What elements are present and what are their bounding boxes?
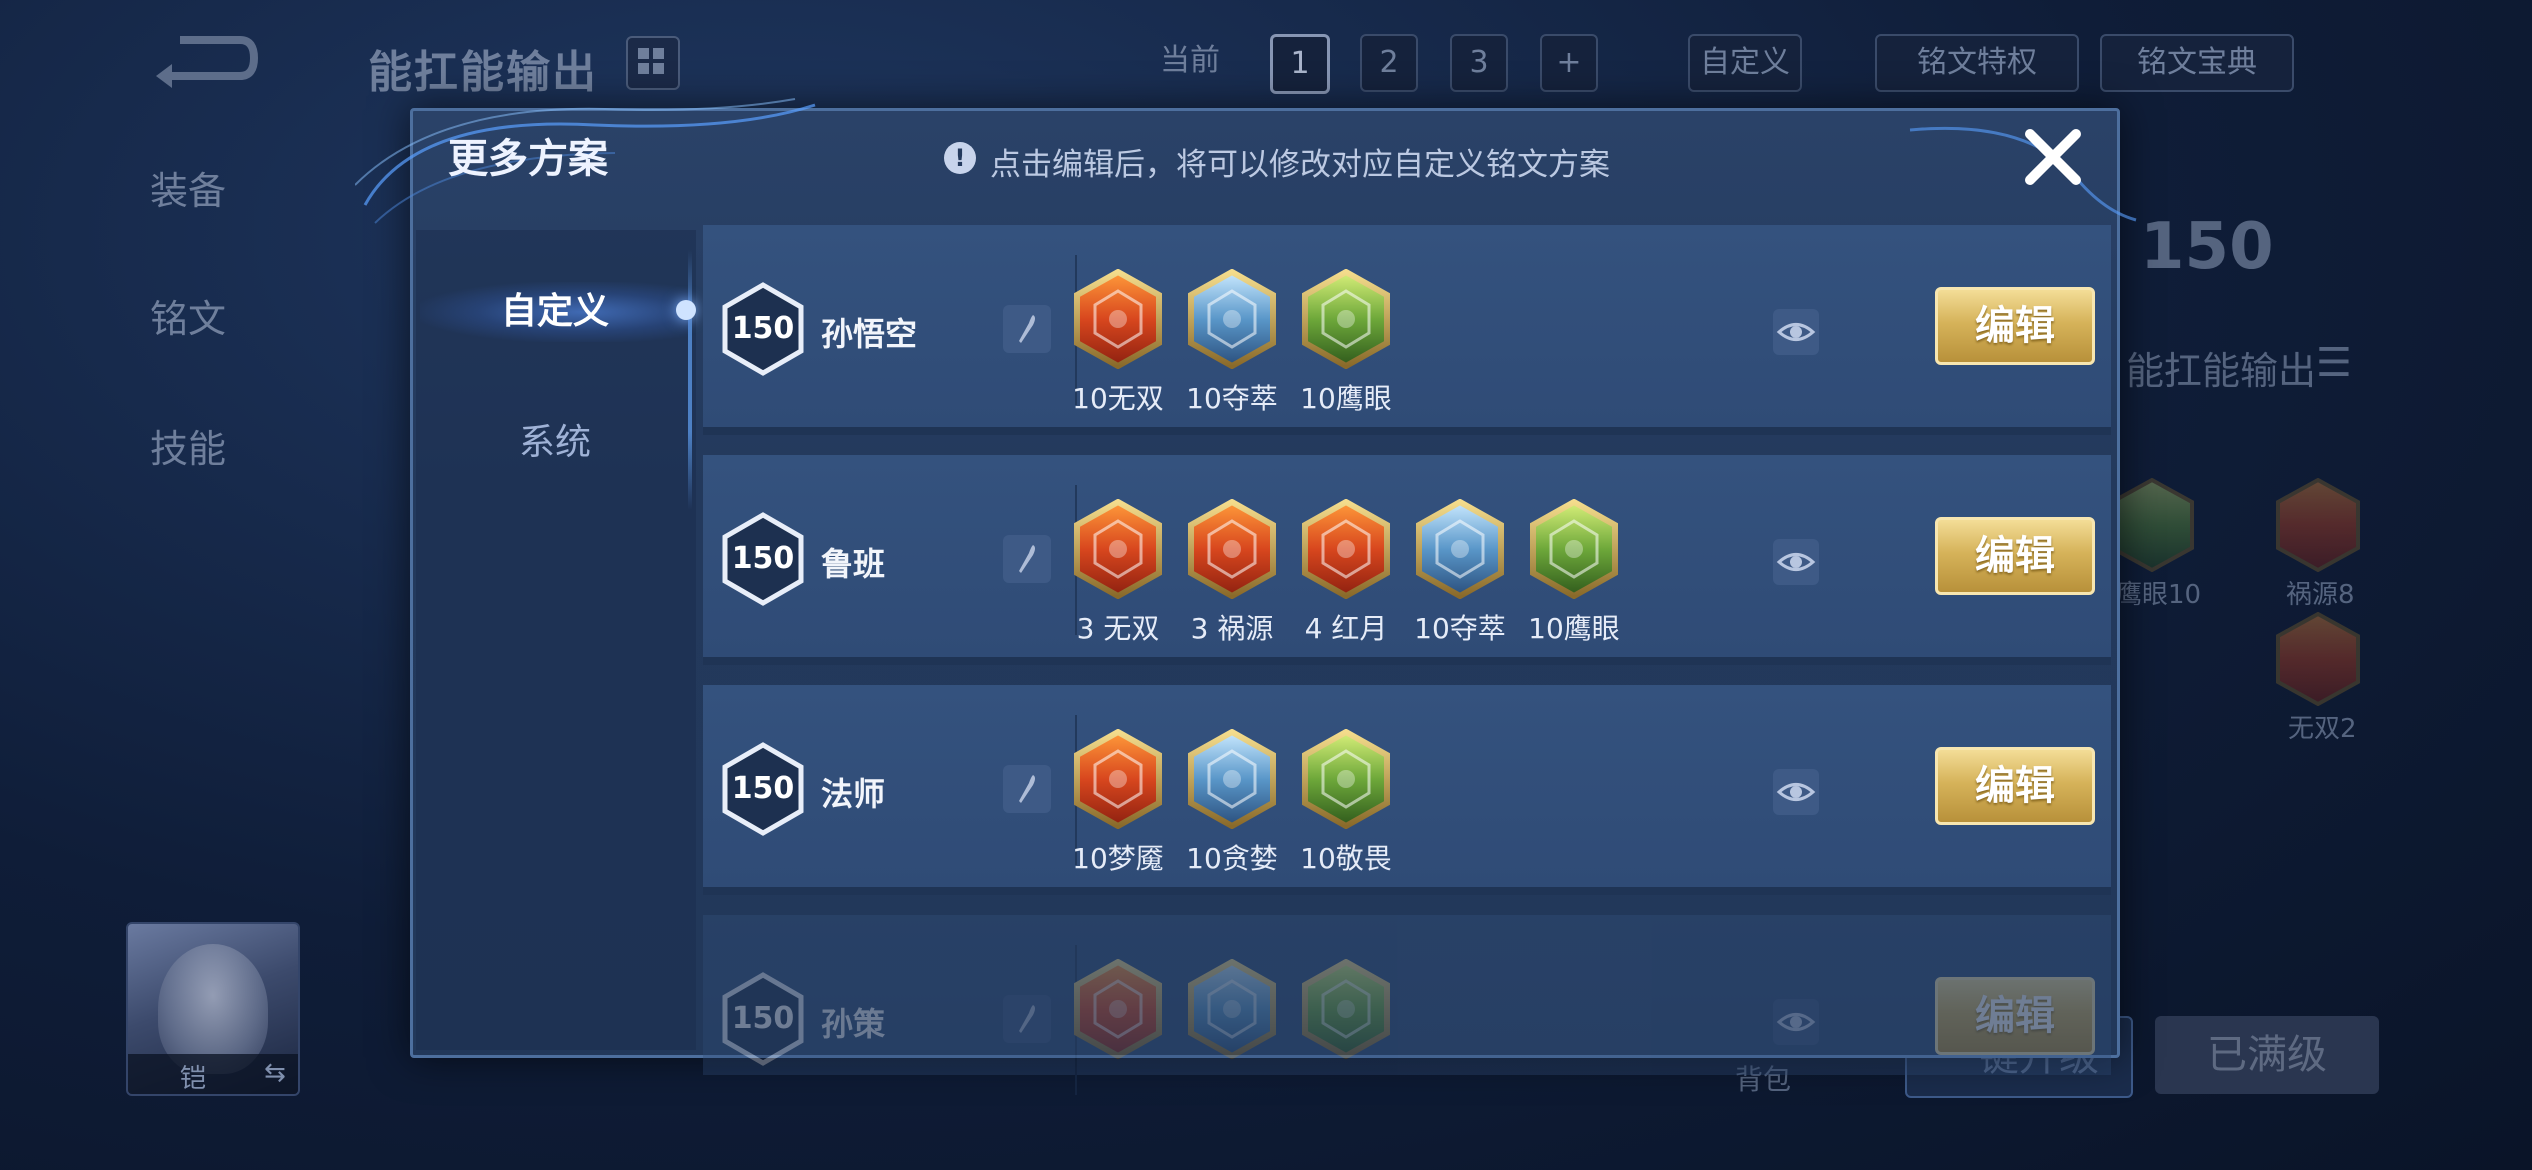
tab-add-plan[interactable]: +	[1540, 34, 1598, 92]
plan-name: 孙策	[821, 1005, 886, 1043]
rune-red-icon[interactable]	[1073, 959, 1163, 1059]
edit-button[interactable]: 编辑	[1935, 517, 2095, 595]
tab-current[interactable]: 当前	[1140, 34, 1240, 88]
rune-bg-label: 无双2	[2288, 714, 2357, 744]
codex-label: 铭文宝典	[2137, 45, 2257, 80]
eye-icon[interactable]	[1773, 769, 1819, 815]
rune-red-icon[interactable]	[1301, 499, 1391, 599]
close-icon[interactable]	[2020, 124, 2086, 190]
rune-bg-red	[2276, 478, 2360, 572]
plan-row: 150 法师 10梦魇 10贪婪 10敬畏 编辑	[703, 685, 2111, 895]
privilege-label: 铭文特权	[1917, 45, 2037, 80]
rename-pencil-icon[interactable]	[1003, 765, 1051, 813]
hero-plan-title: 能扛能输出	[368, 47, 598, 98]
plan-name: 法师	[821, 775, 886, 813]
privilege-button[interactable]: 铭文特权	[1875, 34, 2079, 92]
side-tab-column	[416, 230, 696, 1050]
rune-red-icon[interactable]	[1073, 269, 1163, 369]
rune-blue-icon[interactable]	[1187, 729, 1277, 829]
tab-custom[interactable]: 自定义	[1688, 34, 1802, 92]
edit-button[interactable]: 编辑	[1935, 977, 2095, 1055]
tab-custom-plans[interactable]: 自定义	[420, 282, 690, 342]
rune-green-icon[interactable]	[1301, 269, 1391, 369]
hero-name: 铠	[180, 1064, 207, 1094]
maxed-button: 已满级	[2155, 1016, 2379, 1094]
rune-label: 10鹰眼	[1528, 612, 1620, 645]
grid-icon[interactable]	[626, 36, 680, 90]
rename-pencil-icon[interactable]	[1003, 995, 1051, 1043]
info-icon: !	[944, 142, 976, 174]
rename-pencil-icon[interactable]	[1003, 535, 1051, 583]
rune-label: 10夺萃	[1186, 382, 1278, 415]
plan-name: 鲁班	[821, 545, 886, 583]
rune-blue-icon[interactable]	[1415, 499, 1505, 599]
edit-button[interactable]: 编辑	[1935, 747, 2095, 825]
rune-label: 10贪婪	[1186, 842, 1278, 875]
plan-row: 150 鲁班 3 无双 3 祸源 4 红月 10夺萃 10鹰眼 编辑	[703, 455, 2111, 665]
level-value: 150	[731, 771, 795, 806]
rune-label: 10梦魇	[1072, 842, 1164, 875]
notice-text: 点击编辑后，将可以修改对应自定义铭文方案	[990, 147, 1610, 183]
level-value: 150	[731, 311, 795, 346]
menu-icon[interactable]: ☰	[2316, 340, 2386, 400]
rune-blue-icon[interactable]	[1187, 959, 1277, 1059]
rune-label: 3 无双	[1076, 612, 1160, 645]
right-plan-name: 能扛能输出	[2126, 349, 2317, 393]
rune-label: 3 祸源	[1190, 612, 1274, 645]
codex-button[interactable]: 铭文宝典	[2100, 34, 2294, 92]
plan-name: 孙悟空	[821, 315, 918, 353]
rune-red-icon[interactable]	[1073, 499, 1163, 599]
back-arrow-icon[interactable]	[150, 28, 260, 88]
tab-plan-3[interactable]: 3	[1450, 34, 1508, 92]
plan-row: 150 孙策 编辑	[703, 915, 2111, 1095]
dialog-title: 更多方案	[448, 136, 608, 182]
rune-blue-icon[interactable]	[1187, 269, 1277, 369]
nav-runes[interactable]: 铭文	[150, 288, 226, 343]
nav-skills[interactable]: 技能	[150, 418, 226, 473]
hero-avatar[interactable]: 铠 ⇆	[126, 922, 300, 1096]
level-value: 150	[731, 541, 795, 576]
level-value: 150	[731, 1001, 795, 1036]
level-badge: 150	[721, 511, 805, 607]
level-badge: 150	[721, 741, 805, 837]
tab-plan-2[interactable]: 2	[1360, 34, 1418, 92]
rune-bg-label: 鹰眼10	[2116, 580, 2202, 610]
rune-red-icon[interactable]	[1187, 499, 1277, 599]
rune-label: 10鹰眼	[1300, 382, 1392, 415]
active-tab-indicator	[676, 300, 696, 320]
rune-bg-green	[2110, 478, 2194, 572]
tab-plan-1[interactable]: 1	[1270, 34, 1330, 94]
eye-icon[interactable]	[1773, 999, 1819, 1045]
rune-green-icon[interactable]	[1301, 959, 1391, 1059]
rune-red-icon[interactable]	[1073, 729, 1163, 829]
rune-bg-red	[2276, 612, 2360, 706]
rune-bg-label: 祸源8	[2286, 580, 2355, 610]
level-badge: 150	[721, 971, 805, 1067]
eye-icon[interactable]	[1773, 539, 1819, 585]
rune-green-icon[interactable]	[1301, 729, 1391, 829]
plan-row: 150 孙悟空 10无双 10夺萃 10鹰眼 编辑	[703, 225, 2111, 435]
edit-button[interactable]: 编辑	[1935, 287, 2095, 365]
rune-label: 10夺萃	[1414, 612, 1506, 645]
rune-label: 4 红月	[1304, 612, 1388, 645]
level-badge: 150	[721, 281, 805, 377]
rune-label: 10无双	[1072, 382, 1164, 415]
nav-equipment[interactable]: 装备	[150, 160, 226, 215]
switch-icon[interactable]: ⇆	[264, 1058, 286, 1088]
rune-green-icon[interactable]	[1529, 499, 1619, 599]
rename-pencil-icon[interactable]	[1003, 305, 1051, 353]
eye-icon[interactable]	[1773, 309, 1819, 355]
rune-label: 10敬畏	[1300, 842, 1392, 875]
right-level: 150	[2140, 210, 2274, 284]
tab-system-plans[interactable]: 系统	[420, 416, 690, 470]
